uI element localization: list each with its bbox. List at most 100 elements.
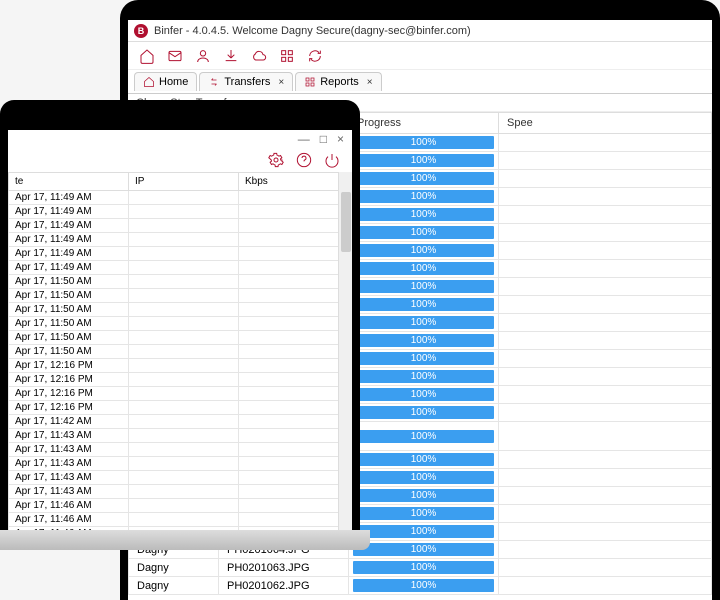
grid-icon[interactable] [278,47,296,65]
cell-ip [129,359,239,373]
table-row[interactable]: Apr 17, 12:16 PM [9,387,352,401]
cell-progress: 100% [349,332,499,350]
cell-progress: 100% [349,559,499,577]
table-row[interactable]: DagnyPH0201062.JPG100% [129,577,712,595]
table-row[interactable]: Apr 17, 11:49 AM [9,219,352,233]
power-icon[interactable] [324,152,340,168]
table-row[interactable]: DagnyPH0201063.JPG100% [129,559,712,577]
minimize-icon[interactable]: — [298,132,310,146]
side-laptop-frame: — □ × te IP Kbps Apr 17, 11:49 AMApr 17,… [0,100,360,540]
table-row[interactable]: Apr 17, 11:50 AM [9,317,352,331]
cell-kbps [239,289,352,303]
table-row[interactable]: Apr 17, 11:49 AM [9,247,352,261]
mail-icon[interactable] [166,47,184,65]
tab-transfers[interactable]: Transfers × [199,72,293,91]
cell-speed [499,350,712,368]
table-row[interactable]: Apr 17, 11:50 AM [9,345,352,359]
progress-bar: 100% [353,525,494,538]
table-row[interactable]: Apr 17, 11:50 AM [9,303,352,317]
close-icon[interactable]: × [367,77,373,88]
cell-progress: 100% [349,242,499,260]
main-toolbar [128,42,712,70]
header-speed[interactable]: Spee [499,113,712,134]
table-row[interactable]: Apr 17, 11:43 AM [9,443,352,457]
close-icon[interactable]: × [337,132,344,146]
cell-progress: 100% [349,170,499,188]
cell-date: Apr 17, 11:50 AM [9,275,129,289]
cell-date: Apr 17, 11:43 AM [9,429,129,443]
cell-ip [129,289,239,303]
table-row[interactable]: Apr 17, 11:43 AM [9,457,352,471]
help-icon[interactable] [296,152,312,168]
table-row[interactable]: Apr 17, 11:49 AM [9,233,352,247]
cell-ip [129,261,239,275]
home-icon[interactable] [138,47,156,65]
progress-bar: 100% [353,579,494,592]
tab-label: Reports [320,76,359,88]
table-row[interactable]: Apr 17, 11:43 AM [9,429,352,443]
header-progress[interactable]: Progress [349,113,499,134]
progress-bar: 100% [353,262,494,275]
cell-kbps [239,513,352,527]
cell-progress: 100% [349,469,499,487]
cell-speed [499,152,712,170]
cell-speed [499,505,712,523]
cell-kbps [239,233,352,247]
window-controls: — □ × [8,130,352,148]
header-kbps[interactable]: Kbps [239,173,352,191]
cell-speed [499,422,712,451]
cell-ip [129,275,239,289]
cell-progress: 100% [349,314,499,332]
progress-bar: 100% [353,561,494,574]
user-icon[interactable] [194,47,212,65]
table-row[interactable]: Apr 17, 11:43 AM [9,471,352,485]
cell-progress: 100% [349,422,499,451]
progress-bar: 100% [353,453,494,466]
cell-kbps [239,331,352,345]
table-row[interactable]: Apr 17, 11:50 AM [9,289,352,303]
cell-date: Apr 17, 11:43 AM [9,471,129,485]
header-ip[interactable]: IP [129,173,239,191]
cell-ip [129,387,239,401]
cell-ip [129,401,239,415]
cell-speed [499,386,712,404]
cell-ip [129,443,239,457]
progress-bar: 100% [353,136,494,149]
cell-speed [499,332,712,350]
download-icon[interactable] [222,47,240,65]
table-row[interactable]: Apr 17, 11:49 AM [9,261,352,275]
tab-home[interactable]: Home [134,72,197,91]
tab-reports[interactable]: Reports × [295,72,381,91]
cell-kbps [239,485,352,499]
cell-date: Apr 17, 11:49 AM [9,247,129,261]
table-row[interactable]: Apr 17, 11:50 AM [9,331,352,345]
maximize-icon[interactable]: □ [320,132,327,146]
table-row[interactable]: Apr 17, 11:43 AM [9,485,352,499]
table-row[interactable]: Apr 17, 11:49 AM [9,205,352,219]
cell-kbps [239,401,352,415]
cell-ip [129,205,239,219]
scrollbar[interactable] [338,172,352,540]
table-row[interactable]: Apr 17, 12:16 PM [9,359,352,373]
cell-kbps [239,429,352,443]
table-row[interactable]: Apr 17, 12:16 PM [9,373,352,387]
table-row[interactable]: Apr 17, 11:46 AM [9,513,352,527]
table-row[interactable]: Apr 17, 11:42 AM [9,415,352,429]
scroll-thumb[interactable] [341,192,351,252]
cell-speed [499,559,712,577]
table-row[interactable]: Apr 17, 11:50 AM [9,275,352,289]
cell-speed [499,188,712,206]
cell-date: Apr 17, 11:43 AM [9,457,129,471]
table-row[interactable]: Apr 17, 12:16 PM [9,401,352,415]
gear-icon[interactable] [268,152,284,168]
cloud-icon[interactable] [250,47,268,65]
cell-kbps [239,261,352,275]
cell-kbps [239,415,352,429]
table-row[interactable]: Apr 17, 11:46 AM [9,499,352,513]
table-row[interactable]: Apr 17, 11:49 AM [9,191,352,205]
close-icon[interactable]: × [278,77,284,88]
log-table: te IP Kbps Apr 17, 11:49 AMApr 17, 11:49… [8,172,352,540]
refresh-icon[interactable] [306,47,324,65]
progress-bar: 100% [353,543,494,556]
header-date[interactable]: te [9,173,129,191]
